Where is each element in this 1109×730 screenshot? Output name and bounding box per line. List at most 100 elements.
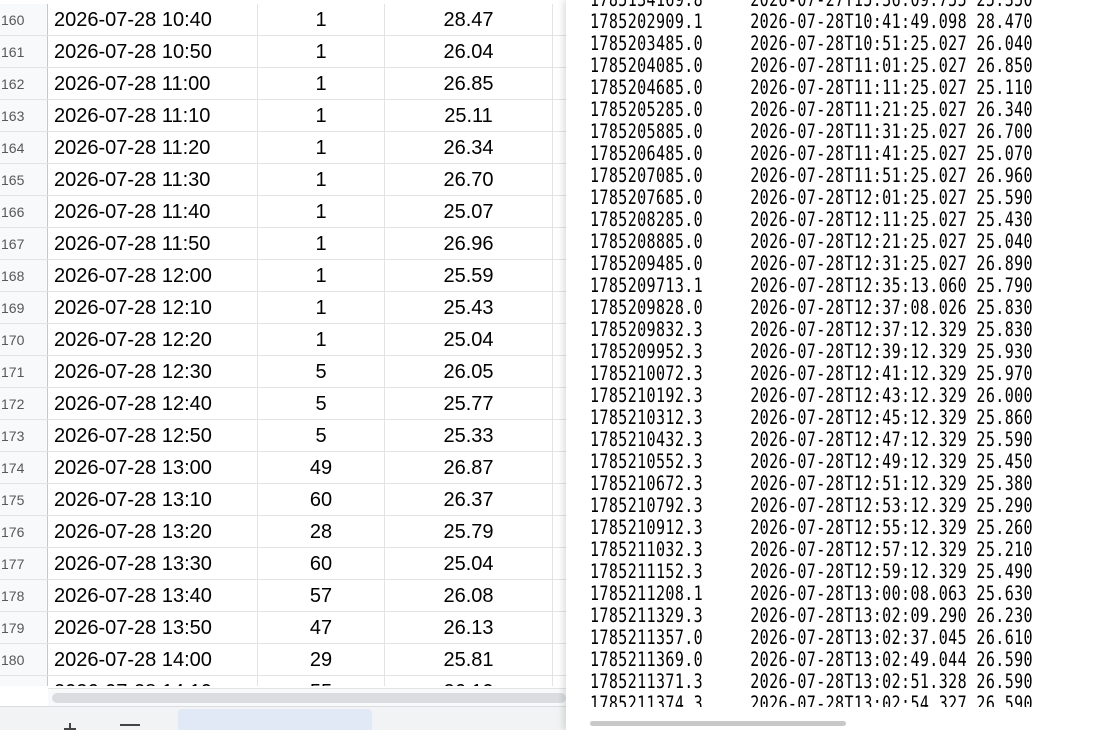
empty-cell[interactable] <box>553 260 566 291</box>
table-row[interactable]: 160 2026-07-28 10:40 1 28.47 <box>0 4 566 36</box>
count-cell[interactable]: 1 <box>258 100 385 131</box>
datetime-cell[interactable]: 2026-07-28 11:10 <box>48 100 258 131</box>
row-number[interactable]: 173 <box>0 420 48 451</box>
row-number[interactable]: 166 <box>0 196 48 227</box>
value-cell[interactable]: 26.34 <box>385 132 553 163</box>
datetime-cell[interactable]: 2026-07-28 13:00 <box>48 452 258 483</box>
empty-cell[interactable] <box>553 548 566 579</box>
row-number[interactable]: 170 <box>0 324 48 355</box>
datetime-cell[interactable]: 2026-07-28 12:10 <box>48 292 258 323</box>
value-cell[interactable]: 26.70 <box>385 164 553 195</box>
datetime-cell[interactable]: 2026-07-28 12:00 <box>48 260 258 291</box>
count-cell[interactable]: 1 <box>258 132 385 163</box>
value-cell[interactable]: 25.07 <box>385 196 553 227</box>
datetime-cell[interactable]: 2026-07-28 10:40 <box>48 4 258 35</box>
empty-cell[interactable] <box>553 516 566 547</box>
table-row[interactable]: 167 2026-07-28 11:50 1 26.96 <box>0 228 566 260</box>
scrollbar-thumb[interactable] <box>52 693 566 703</box>
count-cell[interactable]: 1 <box>258 324 385 355</box>
value-cell[interactable]: 28.47 <box>385 4 553 35</box>
value-cell[interactable]: 26.87 <box>385 452 553 483</box>
menu-icon[interactable] <box>118 721 142 730</box>
table-row[interactable]: 176 2026-07-28 13:20 28 25.79 <box>0 516 566 548</box>
row-number[interactable]: 172 <box>0 388 48 419</box>
table-row[interactable]: 164 2026-07-28 11:20 1 26.34 <box>0 132 566 164</box>
row-number[interactable]: 162 <box>0 68 48 99</box>
value-cell[interactable]: 25.77 <box>385 388 553 419</box>
value-cell[interactable]: 26.10 <box>385 676 553 686</box>
table-row[interactable]: 174 2026-07-28 13:00 49 26.87 <box>0 452 566 484</box>
empty-cell[interactable] <box>553 196 566 227</box>
table-row[interactable]: 169 2026-07-28 12:10 1 25.43 <box>0 292 566 324</box>
table-row[interactable]: 179 2026-07-28 13:50 47 26.13 <box>0 612 566 644</box>
table-row[interactable]: 163 2026-07-28 11:10 1 25.11 <box>0 100 566 132</box>
empty-cell[interactable] <box>553 580 566 611</box>
empty-cell[interactable] <box>553 324 566 355</box>
value-cell[interactable]: 25.59 <box>385 260 553 291</box>
row-number[interactable]: 176 <box>0 516 48 547</box>
table-row[interactable]: 170 2026-07-28 12:20 1 25.04 <box>0 324 566 356</box>
datetime-cell[interactable]: 2026-07-28 13:40 <box>48 580 258 611</box>
value-cell[interactable]: 26.13 <box>385 612 553 643</box>
row-number[interactable]: 163 <box>0 100 48 131</box>
datetime-cell[interactable]: 2026-07-28 12:50 <box>48 420 258 451</box>
table-row[interactable]: 173 2026-07-28 12:50 5 25.33 <box>0 420 566 452</box>
datetime-cell[interactable]: 2026-07-28 10:50 <box>48 36 258 67</box>
row-number[interactable]: 169 <box>0 292 48 323</box>
value-cell[interactable]: 26.96 <box>385 228 553 259</box>
row-number[interactable]: 177 <box>0 548 48 579</box>
value-cell[interactable]: 25.43 <box>385 292 553 323</box>
table-row[interactable]: 165 2026-07-28 11:30 1 26.70 <box>0 164 566 196</box>
empty-cell[interactable] <box>553 4 566 35</box>
row-number[interactable]: 171 <box>0 356 48 387</box>
empty-cell[interactable] <box>553 36 566 67</box>
table-row[interactable]: 180 2026-07-28 14:00 29 25.81 <box>0 644 566 676</box>
value-cell[interactable]: 26.08 <box>385 580 553 611</box>
empty-cell[interactable] <box>553 484 566 515</box>
count-cell[interactable]: 47 <box>258 612 385 643</box>
count-cell[interactable]: 29 <box>258 644 385 675</box>
datetime-cell[interactable]: 2026-07-28 14:00 <box>48 644 258 675</box>
empty-cell[interactable] <box>553 100 566 131</box>
text-viewer-horizontal-scrollbar[interactable] <box>590 718 1109 730</box>
count-cell[interactable]: 60 <box>258 484 385 515</box>
value-cell[interactable]: 26.04 <box>385 36 553 67</box>
row-number[interactable]: 181 <box>0 676 48 686</box>
datetime-cell[interactable]: 2026-07-28 13:50 <box>48 612 258 643</box>
value-cell[interactable]: 25.11 <box>385 100 553 131</box>
empty-cell[interactable] <box>553 388 566 419</box>
datetime-cell[interactable]: 2026-07-28 11:20 <box>48 132 258 163</box>
table-row[interactable]: 175 2026-07-28 13:10 60 26.37 <box>0 484 566 516</box>
table-row[interactable]: 166 2026-07-28 11:40 1 25.07 <box>0 196 566 228</box>
row-number[interactable]: 165 <box>0 164 48 195</box>
datetime-cell[interactable]: 2026-07-28 11:50 <box>48 228 258 259</box>
count-cell[interactable]: 5 <box>258 356 385 387</box>
datetime-cell[interactable]: 2026-07-28 11:30 <box>48 164 258 195</box>
value-cell[interactable]: 25.79 <box>385 516 553 547</box>
table-row[interactable]: 161 2026-07-28 10:50 1 26.04 <box>0 36 566 68</box>
value-cell[interactable]: 26.37 <box>385 484 553 515</box>
count-cell[interactable]: 1 <box>258 260 385 291</box>
value-cell[interactable]: 26.05 <box>385 356 553 387</box>
empty-cell[interactable] <box>553 68 566 99</box>
count-cell[interactable]: 1 <box>258 4 385 35</box>
value-cell[interactable]: 25.81 <box>385 644 553 675</box>
datetime-cell[interactable]: 2026-07-28 13:20 <box>48 516 258 547</box>
count-cell[interactable]: 1 <box>258 292 385 323</box>
count-cell[interactable]: 49 <box>258 452 385 483</box>
count-cell[interactable]: 5 <box>258 420 385 451</box>
row-number[interactable]: 167 <box>0 228 48 259</box>
table-row[interactable]: 1812026-07-28 14:105526.10 <box>0 676 566 686</box>
empty-cell[interactable] <box>553 228 566 259</box>
value-cell[interactable]: 25.04 <box>385 324 553 355</box>
table-row[interactable]: 178 2026-07-28 13:40 57 26.08 <box>0 580 566 612</box>
table-row[interactable]: 168 2026-07-28 12:00 1 25.59 <box>0 260 566 292</box>
row-number[interactable]: 175 <box>0 484 48 515</box>
count-cell[interactable]: 1 <box>258 164 385 195</box>
datetime-cell[interactable]: 2026-07-28 12:30 <box>48 356 258 387</box>
table-row[interactable]: 162 2026-07-28 11:00 1 26.85 <box>0 68 566 100</box>
datetime-cell[interactable]: 2026-07-28 13:10 <box>48 484 258 515</box>
empty-cell[interactable] <box>553 612 566 643</box>
active-sheet-tab[interactable] <box>178 709 372 730</box>
row-number[interactable]: 178 <box>0 580 48 611</box>
